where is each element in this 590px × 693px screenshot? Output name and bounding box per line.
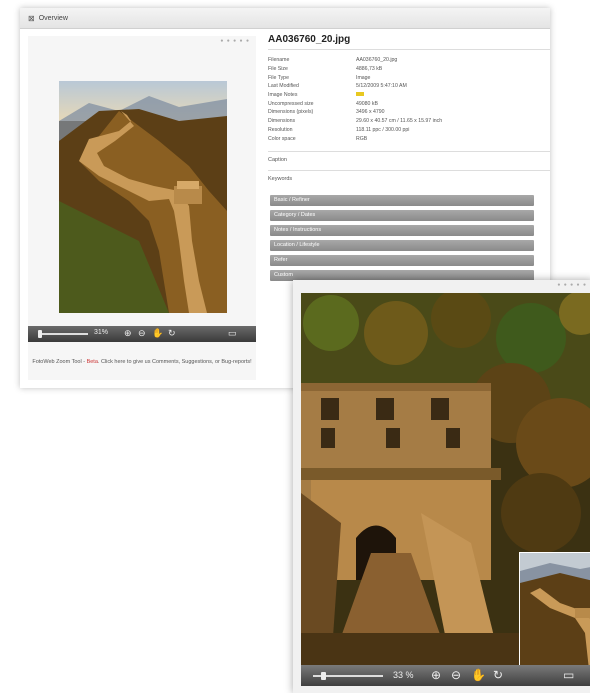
- file-name-title: AA036760_20.jpg: [268, 34, 550, 50]
- metadata-key: File Type: [268, 74, 289, 81]
- metadata-value: 5/12/2009 5:47:10 AM: [356, 83, 407, 90]
- metadata-value: 3496 x 4790: [356, 109, 385, 116]
- great-wall-photo[interactable]: [59, 81, 227, 313]
- captions-section[interactable]: Caption: [268, 150, 550, 168]
- metadata-row: Last Modified 5/12/2009 5:47:10 AM: [268, 82, 550, 91]
- pan-hand-icon[interactable]: ✋: [471, 668, 486, 682]
- zoom-slider[interactable]: [38, 330, 88, 338]
- metadata-row: File Type Image: [268, 73, 550, 82]
- viewer-toolbar: 31% ⊕ ⊖ ✋ ↻ ▭: [28, 326, 256, 342]
- zoom-window: ● ● ● ● ● 33 % ⊕ ⊖ ✋ ↻ ▭: [293, 280, 590, 693]
- accordion-location-lifestyle[interactable]: Location / Lifestyle: [270, 239, 534, 251]
- fullscreen-icon[interactable]: ▭: [228, 328, 237, 339]
- feedback-prefix: FotoWeb Zoom Tool -: [32, 359, 87, 365]
- metadata-value: [356, 91, 550, 100]
- metadata-row: Uncompressed size 49080 kB: [268, 99, 550, 108]
- title-bar: ⊠ Overview: [20, 8, 550, 29]
- file-info: AA036760_20.jpg Filename AA036760_20.jpg …: [268, 34, 550, 307]
- metadata-row: Resolution 118.11 ppc / 300.00 ppi: [268, 126, 550, 135]
- feedback-suffix: . Click here to give us Comments, Sugges…: [97, 359, 252, 365]
- metadata-key: Uncompressed size: [268, 100, 314, 107]
- accordion-notes-instructions[interactable]: Notes / Instructions: [270, 224, 534, 236]
- zoom-slider-knob[interactable]: [38, 330, 42, 338]
- accordion-refer[interactable]: Refer: [270, 254, 534, 266]
- metadata-key: Filename: [268, 57, 290, 64]
- zoom-window-slider[interactable]: [313, 672, 383, 680]
- accordion-category-dates[interactable]: Category / Dates: [270, 209, 534, 221]
- zoom-window-dots-icon[interactable]: ● ● ● ● ●: [557, 282, 587, 288]
- navigator-graphic: [520, 553, 590, 665]
- fullscreen-icon[interactable]: ▭: [563, 668, 574, 682]
- image-viewer: ● ● ● ● ● 31% ⊕ ⊖ ✋ ↻ ▭ FotoWeb Zoom Too…: [28, 36, 256, 380]
- zoom-out-icon[interactable]: ⊖: [138, 328, 146, 339]
- metadata-key: Color space: [268, 135, 296, 142]
- metadata-row: Filename AA036760_20.jpg: [268, 56, 550, 65]
- keywords-section[interactable]: Keywords: [268, 169, 550, 187]
- zoom-in-icon[interactable]: ⊕: [431, 668, 441, 682]
- zoom-out-icon[interactable]: ⊖: [451, 668, 461, 682]
- zoom-level: 31%: [94, 329, 109, 336]
- metadata-key: Dimensions (pixels): [268, 109, 314, 116]
- navigator-thumbnail[interactable]: [519, 552, 590, 665]
- zoom-window-slider-knob[interactable]: [321, 672, 326, 680]
- window-title: Overview: [38, 14, 68, 22]
- feedback-link[interactable]: FotoWeb Zoom Tool - Beta. Click here to …: [28, 358, 256, 366]
- metadata-row: File Size 4886,73 kB: [268, 65, 550, 74]
- metadata-key: Dimensions: [268, 118, 296, 125]
- rotate-icon[interactable]: ↻: [168, 328, 176, 339]
- metadata-value: AA036760_20.jpg: [356, 57, 398, 64]
- metadata-key: Resolution: [268, 126, 293, 133]
- rotate-icon[interactable]: ↻: [493, 668, 503, 682]
- metadata-key: File Size: [268, 66, 288, 73]
- metadata-row: Dimensions 29.60 x 40.57 cm / 11.65 x 15.…: [268, 117, 550, 126]
- metadata-value: RGB: [356, 135, 368, 142]
- photo-graphic: [59, 81, 227, 313]
- accordion-basic-refiner[interactable]: Basic / Refiner: [270, 194, 534, 206]
- metadata-row: Color space RGB: [268, 134, 550, 143]
- zoomed-photo[interactable]: [301, 293, 590, 665]
- metadata-value: Image: [356, 74, 371, 81]
- metadata-value: 49080 kB: [356, 100, 378, 107]
- zoom-in-icon[interactable]: ⊕: [124, 328, 132, 339]
- image-notes-icon[interactable]: [356, 92, 364, 97]
- metadata-row: Image Notes: [268, 91, 550, 100]
- metadata-value: 118.11 ppc / 300.00 ppi: [356, 126, 410, 133]
- metadata-value: 29.60 x 40.57 cm / 11.65 x 15.97 inch: [356, 118, 443, 125]
- metadata-key: Image Notes: [268, 92, 298, 99]
- metadata-value: 4886,73 kB: [356, 66, 383, 73]
- zoom-window-toolbar: 33 % ⊕ ⊖ ✋ ↻ ▭: [301, 665, 590, 686]
- resize-dots-icon[interactable]: ● ● ● ● ●: [220, 38, 250, 44]
- pan-hand-icon[interactable]: ✋: [152, 328, 163, 339]
- beta-label: Beta: [86, 359, 98, 365]
- zoom-window-level: 33 %: [393, 670, 414, 680]
- metadata-table: Filename AA036760_20.jpg File Size 4886,73…: [268, 56, 550, 143]
- metadata-key: Last Modified: [268, 83, 299, 90]
- metadata-row: Dimensions (pixels) 3496 x 4790: [268, 108, 550, 117]
- overview-icon: ⊠: [28, 13, 35, 23]
